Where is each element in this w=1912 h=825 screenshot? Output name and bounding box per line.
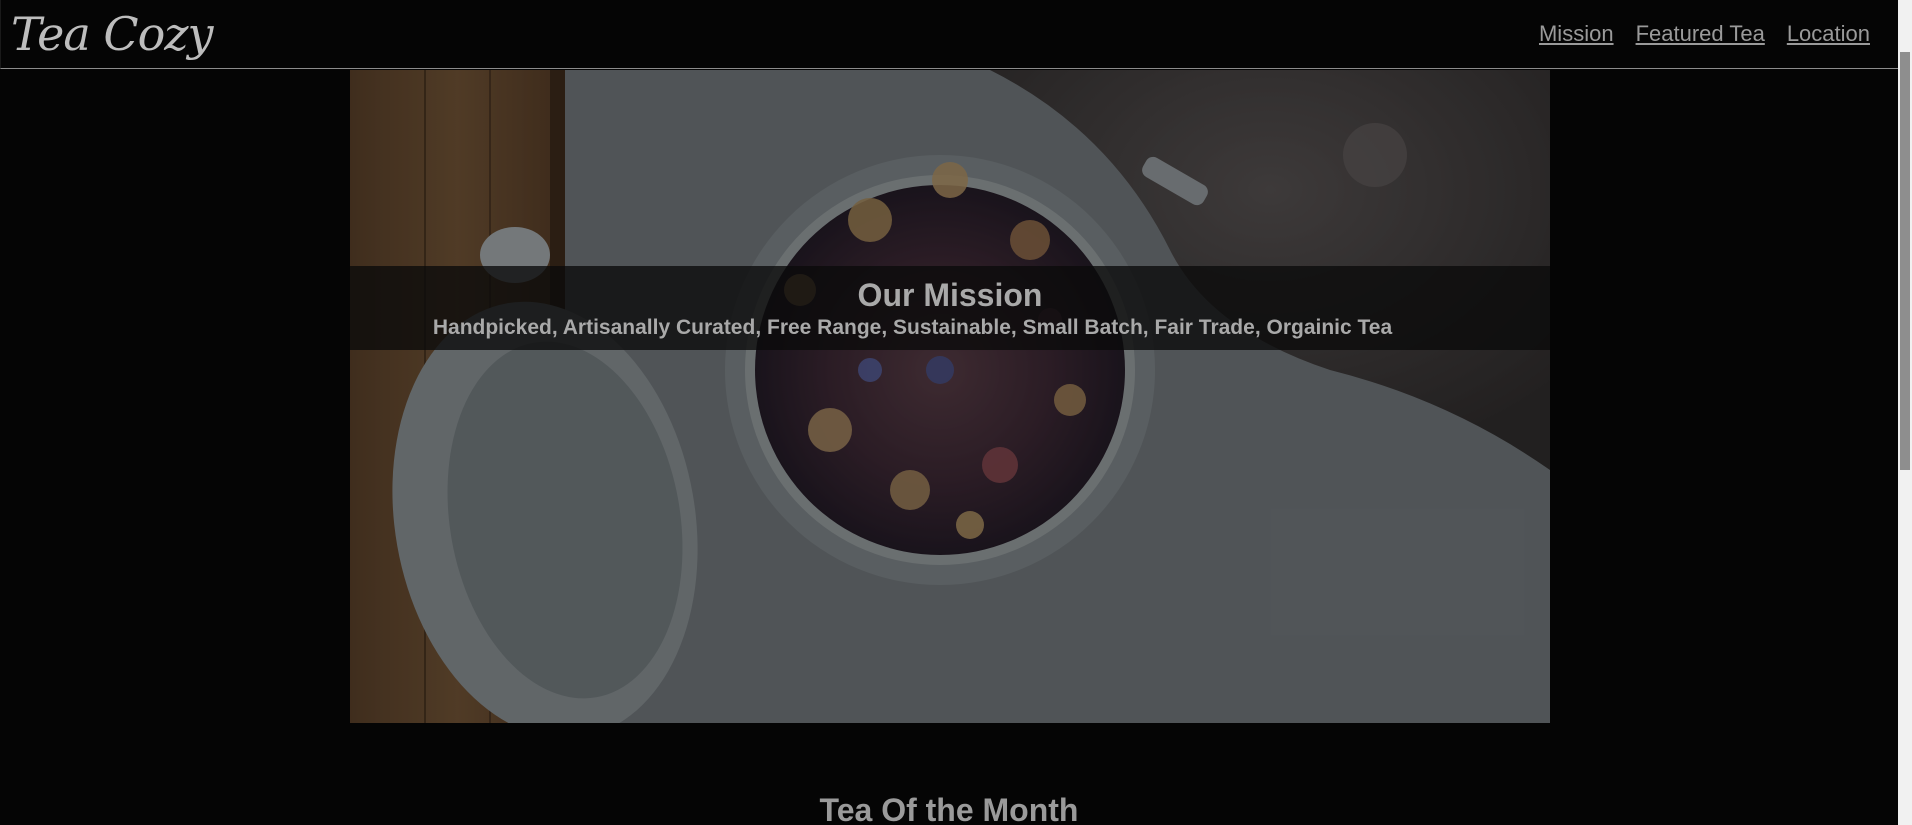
main-nav: Mission Featured Tea Location [1539,20,1870,48]
mission-subtitle: Handpicked, Artisanally Curated, Free Ra… [432,316,1393,339]
mission-banner: Our Mission Handpicked, Artisanally Cura… [350,266,1550,350]
hero-overlay [350,70,1550,723]
logo[interactable]: Tea Cozy [11,4,213,64]
mission-title: Our Mission [857,277,1043,313]
page: Tea Cozy Mission Featured Tea Location O… [0,0,1912,825]
nav-link-location[interactable]: Location [1787,20,1870,48]
hero-image: Our Mission Handpicked, Artisanally Cura… [350,70,1550,723]
scrollbar-thumb[interactable] [1900,52,1910,470]
vertical-scrollbar[interactable] [1898,0,1912,825]
nav-link-featured-tea[interactable]: Featured Tea [1636,20,1765,48]
top-navigation-bar: Tea Cozy Mission Featured Tea Location [0,0,1898,69]
tea-of-the-month-heading: Tea Of the Month [819,792,1079,825]
nav-link-mission[interactable]: Mission [1539,20,1614,48]
